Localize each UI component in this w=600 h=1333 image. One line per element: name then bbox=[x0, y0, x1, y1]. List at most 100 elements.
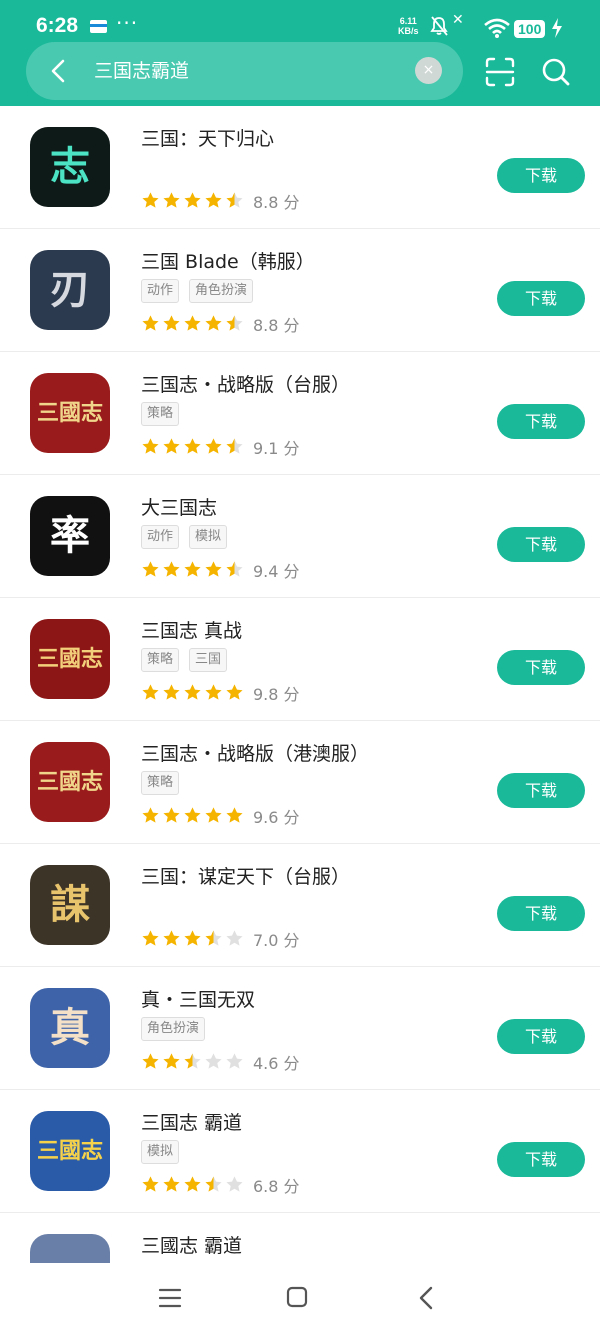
download-button[interactable]: 下载 bbox=[497, 158, 585, 193]
app-icon[interactable]: 率 bbox=[30, 496, 110, 576]
star-icon bbox=[184, 561, 201, 577]
rating-score: 9.6 分 bbox=[253, 808, 300, 827]
system-nav-bar bbox=[0, 1263, 600, 1333]
star-icon bbox=[184, 1176, 201, 1192]
app-icon-art: 謀 bbox=[50, 881, 90, 928]
app-tags: 动作 模拟 bbox=[141, 525, 237, 549]
close-icon[interactable]: × bbox=[415, 57, 442, 84]
star-icon bbox=[226, 1176, 243, 1192]
app-list-item[interactable]: 刃 三国 Blade（韩服） 动作 角色扮演 8.8 分 下载 bbox=[0, 229, 600, 352]
star-icon bbox=[205, 192, 222, 208]
search-icon[interactable] bbox=[540, 56, 572, 88]
download-button[interactable]: 下载 bbox=[497, 404, 585, 439]
app-name[interactable]: 大三国志 bbox=[141, 493, 217, 520]
app-tags: 动作 角色扮演 bbox=[141, 279, 263, 303]
app-icon[interactable]: 三國志 bbox=[30, 619, 110, 699]
star-icon bbox=[184, 192, 201, 208]
rating-score: 9.4 分 bbox=[253, 562, 300, 581]
app-icon[interactable]: 謀 bbox=[30, 865, 110, 945]
app-list-item[interactable]: 三國志 三国志 真战 策略 三国 9.8 分 下载 bbox=[0, 598, 600, 721]
app-icon-art: 三國志 bbox=[36, 1138, 103, 1164]
star-icon bbox=[226, 807, 243, 823]
search-results-list[interactable]: 志三国：天下归心 8.8 分下载刃三国 Blade（韩服） 动作 角色扮演 8.8 分下… bbox=[0, 106, 600, 1263]
star-icon bbox=[163, 1053, 180, 1069]
app-list-item[interactable]: 三國志 三国志 霸道 模拟 6.8 分 下载 bbox=[0, 1090, 600, 1213]
download-button[interactable]: 下载 bbox=[497, 1142, 585, 1177]
star-icon bbox=[205, 930, 222, 946]
app-icon[interactable] bbox=[30, 1234, 110, 1263]
app-icon[interactable]: 三國志 bbox=[30, 373, 110, 453]
app-icon[interactable]: 真 bbox=[30, 988, 110, 1068]
download-button[interactable]: 下载 bbox=[497, 527, 585, 562]
search-bar[interactable]: 三国志霸道 × bbox=[26, 42, 463, 100]
star-rating bbox=[141, 191, 246, 211]
category-tag: 动作 bbox=[141, 525, 180, 549]
app-name[interactable]: 三国：天下归心 bbox=[141, 124, 274, 151]
back-arrow-icon[interactable] bbox=[42, 54, 76, 88]
star-rating bbox=[141, 683, 246, 703]
star-icon bbox=[142, 1053, 159, 1069]
no-signal-icon: ✕ bbox=[452, 12, 464, 28]
download-button[interactable]: 下载 bbox=[497, 896, 585, 931]
app-list-item[interactable]: 率 大三国志动作 模拟 9.4 分 下载 bbox=[0, 475, 600, 598]
app-list-item[interactable]: 三國志 三国志・战略版（台服） 策略 9.1 分 下载 bbox=[0, 352, 600, 475]
app-icon-art: 志 bbox=[50, 143, 90, 190]
scan-icon[interactable] bbox=[484, 56, 516, 88]
app-tags: 模拟 bbox=[141, 1140, 189, 1164]
app-tags: 角色扮演 bbox=[141, 1017, 215, 1041]
download-button[interactable]: 下载 bbox=[497, 1019, 585, 1054]
star-icon bbox=[205, 561, 222, 577]
download-button[interactable]: 下载 bbox=[497, 773, 585, 808]
app-name[interactable]: 真・三国无双 bbox=[141, 985, 255, 1012]
app-name[interactable]: 三国志・战略版（港澳服） bbox=[141, 739, 369, 766]
app-list-item[interactable]: 真 真・三国无双 角色扮演 4.6 分 下载 bbox=[0, 967, 600, 1090]
app-name[interactable]: 三国志 霸道 bbox=[141, 1108, 242, 1135]
star-icon bbox=[226, 930, 243, 946]
star-icon bbox=[142, 930, 159, 946]
recent-apps-icon[interactable] bbox=[158, 1287, 182, 1309]
download-button[interactable]: 下载 bbox=[497, 650, 585, 685]
app-icon-art: 三國志 bbox=[36, 769, 103, 795]
app-name[interactable]: 三国 Blade（韩服） bbox=[141, 247, 315, 274]
star-rating bbox=[141, 806, 246, 826]
star-icon bbox=[163, 561, 180, 577]
app-list-item[interactable]: 三國志 霸道 bbox=[0, 1213, 600, 1263]
app-name[interactable]: 三国：谋定天下（台服） bbox=[141, 862, 350, 889]
app-icon[interactable]: 三國志 bbox=[30, 742, 110, 822]
star-rating bbox=[141, 560, 246, 580]
star-icon bbox=[205, 438, 222, 454]
app-list-item[interactable]: 志 三国：天下归心 8.8 分 下载 bbox=[0, 106, 600, 229]
app-icon[interactable]: 志 bbox=[30, 127, 110, 207]
star-rating bbox=[141, 1052, 246, 1072]
home-icon[interactable] bbox=[286, 1286, 308, 1308]
star-icon bbox=[226, 192, 243, 208]
rating-score: 4.6 分 bbox=[253, 1054, 300, 1073]
star-icon bbox=[184, 438, 201, 454]
app-icon[interactable]: 三國志 bbox=[30, 1111, 110, 1191]
category-tag: 角色扮演 bbox=[141, 1017, 206, 1041]
rating-score: 7.0 分 bbox=[253, 931, 300, 950]
app-icon-art: 三國志 bbox=[36, 646, 103, 672]
category-tag: 模拟 bbox=[141, 1140, 180, 1164]
app-list-item[interactable]: 謀 三国：谋定天下（台服） 7.0 分 下载 bbox=[0, 844, 600, 967]
rating-score: 8.8 分 bbox=[253, 316, 300, 335]
category-tag: 策略 bbox=[141, 402, 180, 426]
app-name[interactable]: 三国志・战略版（台服） bbox=[141, 370, 350, 397]
star-icon bbox=[184, 807, 201, 823]
star-icon bbox=[184, 684, 201, 700]
network-speed-value: 6.11 bbox=[399, 16, 417, 26]
star-icon bbox=[205, 315, 222, 331]
charging-icon bbox=[552, 18, 562, 38]
app-list-item[interactable]: 三國志 三国志・战略版（港澳服） 策略 9.6 分 下载 bbox=[0, 721, 600, 844]
app-tags: 策略 bbox=[141, 771, 189, 795]
search-input[interactable]: 三国志霸道 bbox=[94, 58, 189, 84]
star-icon bbox=[163, 807, 180, 823]
download-button[interactable]: 下载 bbox=[497, 281, 585, 316]
star-icon bbox=[163, 684, 180, 700]
app-name[interactable]: 三國志 霸道 bbox=[141, 1231, 242, 1258]
app-icon[interactable]: 刃 bbox=[30, 250, 110, 330]
app-name[interactable]: 三国志 真战 bbox=[141, 616, 242, 643]
network-speed-unit: KB/s bbox=[398, 26, 419, 36]
star-rating bbox=[141, 929, 246, 949]
back-nav-icon[interactable] bbox=[417, 1285, 435, 1311]
